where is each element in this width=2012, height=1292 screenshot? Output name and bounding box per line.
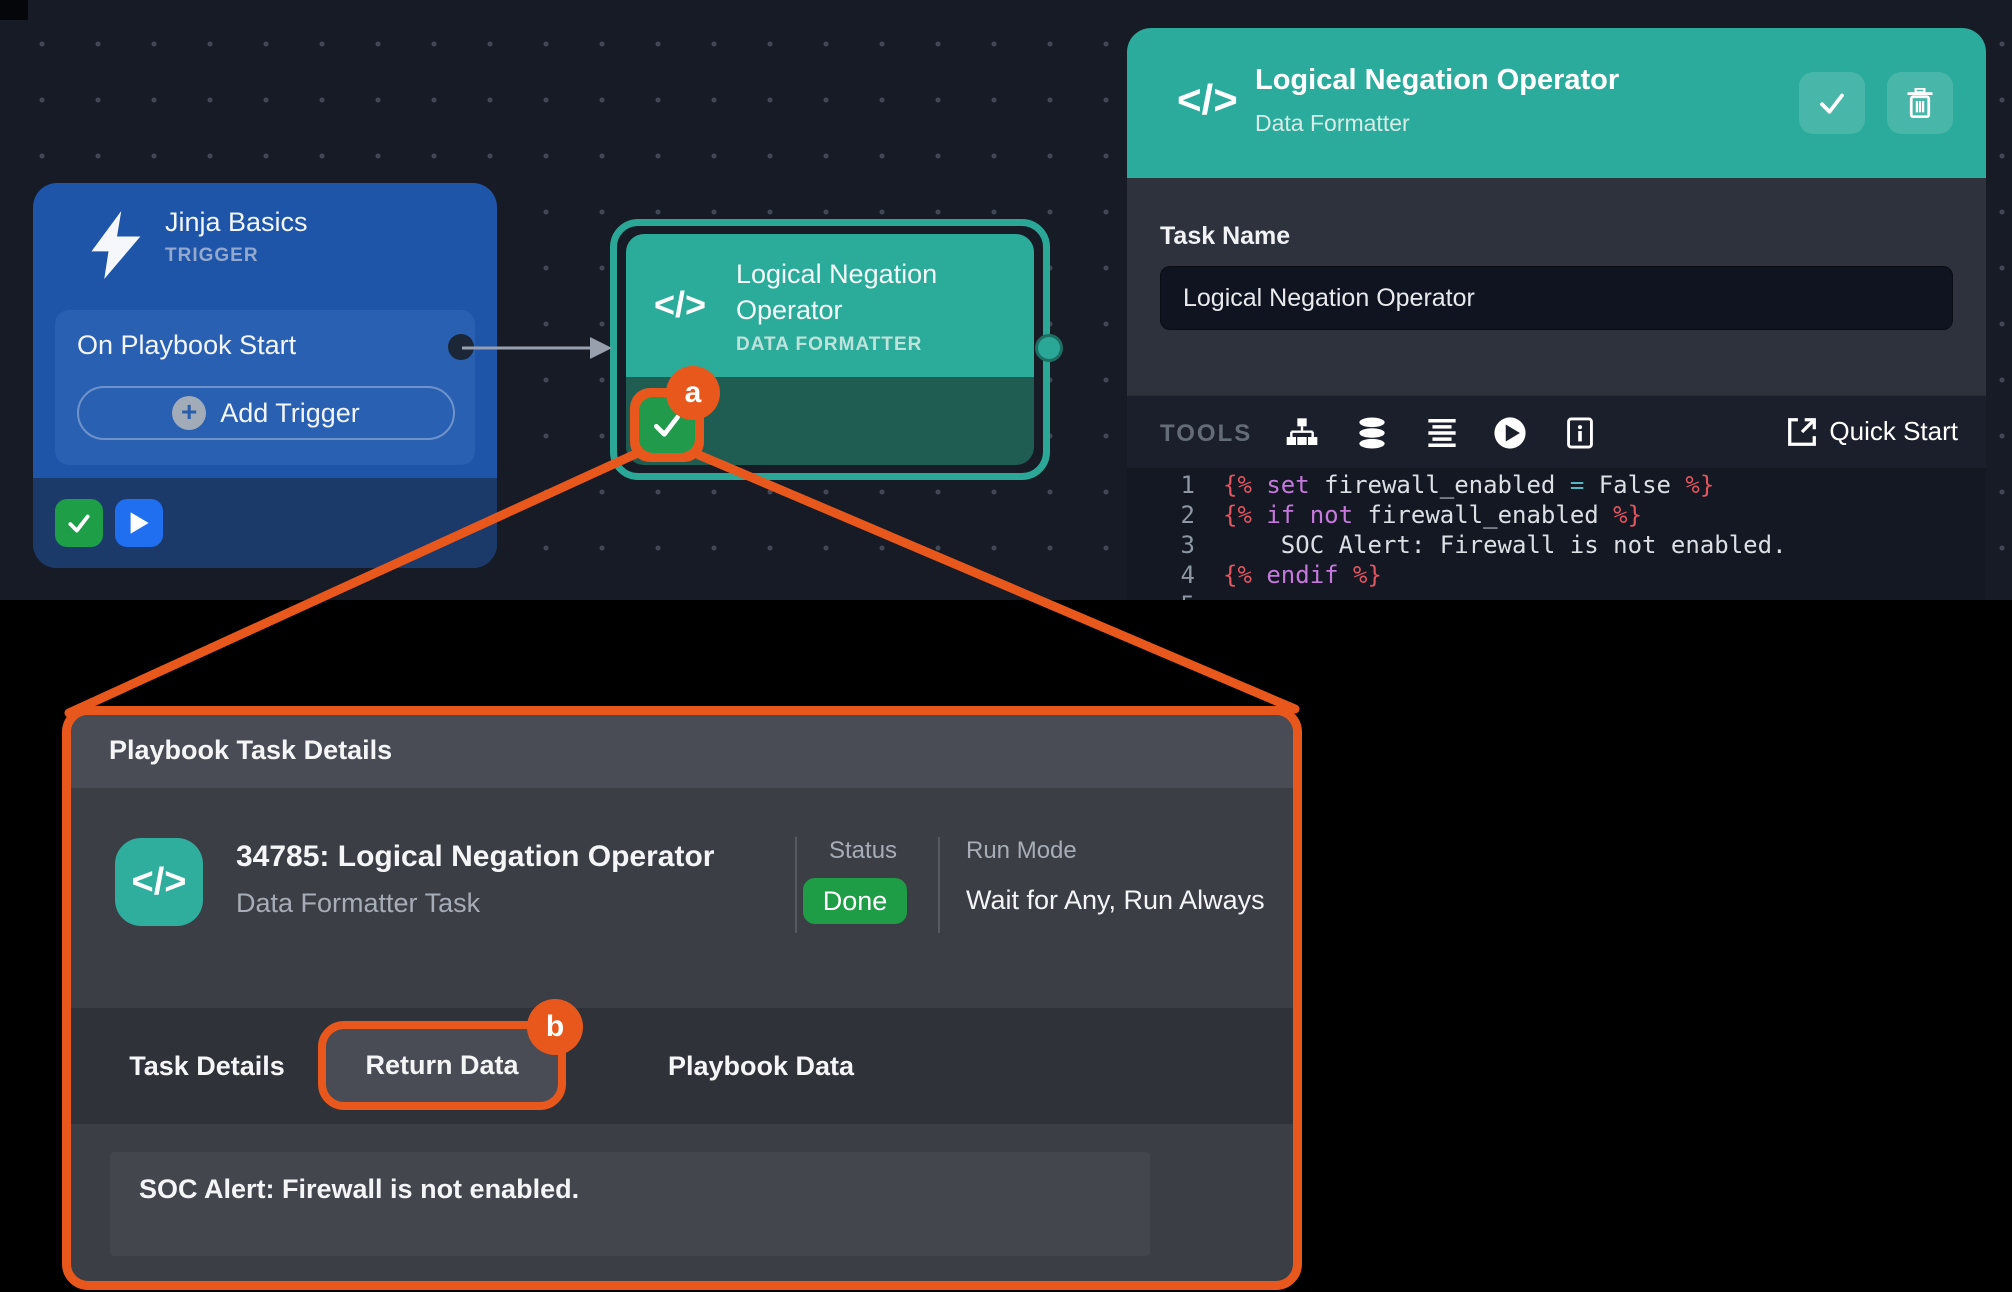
task-subtitle: Data Formatter Task [236,888,480,919]
quick-start-button[interactable]: Quick Start [1787,416,1958,447]
code-icon: </> [654,284,706,326]
run-preview-icon[interactable] [1493,416,1527,450]
lightning-bolt-icon [91,211,143,284]
database-icon[interactable] [1355,416,1389,450]
trigger-list-panel: On Playbook Start + Add Trigger [55,310,475,465]
tools-label: TOOLS [1160,420,1252,448]
task-name-label: Task Name [1160,222,1290,251]
run-mode-label: Run Mode [966,837,1077,865]
code-line: 3 SOC Alert: Firewall is not enabled. [1127,530,1986,560]
tab-playbook-data[interactable]: Playbook Data [611,1008,911,1124]
modal-header: Playbook Task Details [71,715,1293,788]
code-editor[interactable]: 1{% set firewall_enabled = False %}2{% i… [1127,468,1986,600]
panel-subtitle: Data Formatter [1255,110,1410,137]
formatter-title-line2: Operator [736,292,937,328]
tools-toolbar: TOOLS [1127,395,1986,468]
panel-title: Logical Negation Operator [1255,64,1619,97]
status-badge: Done [803,878,907,924]
trigger-node-type: TRIGGER [165,245,259,267]
code-line: 1{% set firewall_enabled = False %} [1127,470,1986,500]
screen: Jinja Basics TRIGGER On Playbook Start +… [0,0,2012,1292]
quick-start-label: Quick Start [1829,416,1958,447]
task-type-icon: </> [115,838,203,926]
formatter-title-line1: Logical Negation [736,256,937,292]
task-title: 34785: Logical Negation Operator [236,840,714,874]
code-line: 2{% if not firewall_enabled %} [1127,500,1986,530]
task-name-input[interactable]: Logical Negation Operator [1160,266,1953,330]
code-line: 5 [1127,590,1986,600]
add-trigger-button[interactable]: + Add Trigger [77,386,455,440]
formatter-output-port-dot[interactable] [1035,334,1063,362]
panel-header: </> Logical Negation Operator Data Forma… [1127,28,1986,178]
corner-notch [0,0,28,20]
divider [795,837,797,933]
return-data-box: SOC Alert: Firewall is not enabled. [110,1152,1150,1256]
return-data-text: SOC Alert: Firewall is not enabled. [139,1174,579,1205]
tab-task-details[interactable]: Task Details [107,1008,307,1124]
formatter-node-type: DATA FORMATTER [736,334,922,356]
code-line: 4{% endif %} [1127,560,1986,590]
external-link-icon [1787,417,1817,447]
trigger-node-title: Jinja Basics [165,207,308,238]
status-label: Status [829,837,897,865]
annotation-a-badge: a [666,366,720,420]
output-port-dot[interactable] [448,334,474,360]
divider [938,837,940,933]
playbook-task-details-modal: Playbook Task Details </> 34785: Logical… [62,706,1302,1290]
tabs-strip: Task Details Return Data b Playbook Data [71,1008,1293,1124]
delete-task-button[interactable] [1887,72,1953,134]
formatter-node-title: Logical Negation Operator [736,256,937,328]
task-name-section: Task Name Logical Negation Operator [1127,178,1986,395]
add-trigger-label: Add Trigger [220,398,360,429]
run-mode-value: Wait for Any, Run Always [966,885,1265,916]
sitemap-icon[interactable] [1285,416,1319,450]
align-lines-icon[interactable] [1425,416,1459,450]
trigger-node[interactable]: Jinja Basics TRIGGER On Playbook Start +… [33,183,497,568]
plus-icon: + [172,396,206,430]
save-task-button[interactable] [1799,72,1865,134]
node-valid-check-button[interactable] [55,499,103,547]
node-run-button[interactable] [115,499,163,547]
code-icon: </> [132,861,187,904]
task-config-panel: </> Logical Negation Operator Data Forma… [1127,28,1986,600]
trigger-node-header: Jinja Basics TRIGGER [33,183,497,310]
file-info-icon[interactable] [1563,416,1597,450]
code-icon: </> [1177,76,1238,124]
annotation-b-badge: b [527,999,583,1055]
modal-title: Playbook Task Details [109,735,392,766]
trigger-item-label: On Playbook Start [77,330,296,361]
trigger-node-footer [33,478,497,568]
code-lines: 1{% set firewall_enabled = False %}2{% i… [1127,470,1986,600]
